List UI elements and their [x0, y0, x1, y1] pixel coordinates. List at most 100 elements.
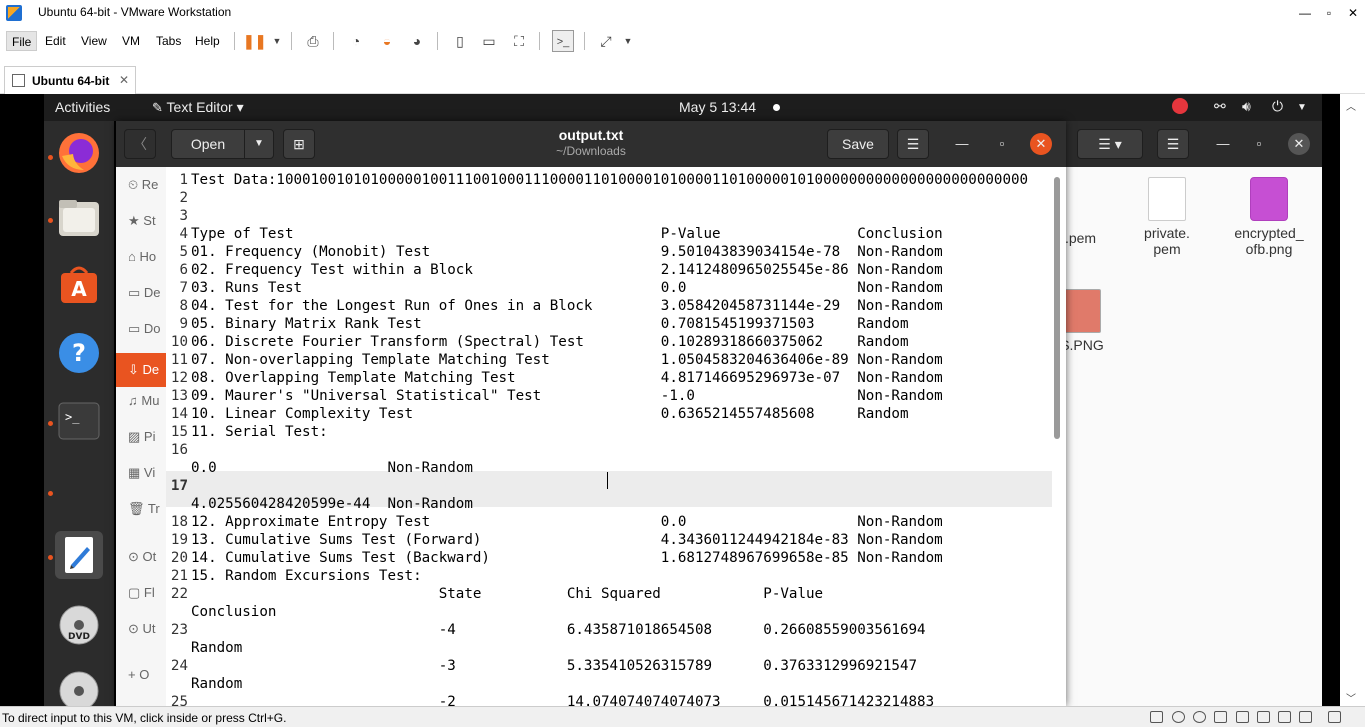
network-icon[interactable]: ⚯: [1214, 98, 1226, 115]
display-icon[interactable]: [1299, 711, 1312, 723]
vm-display[interactable]: Activities ✎ Text Editor ▾ May 5 13:44 ⚯…: [0, 94, 1340, 706]
line-number: 5: [179, 244, 188, 260]
chevron-down-icon[interactable]: ▼: [1297, 102, 1307, 113]
line-text: 15. Random Excursions Test:: [191, 568, 422, 584]
snapshot-icon[interactable]: ◔: [345, 30, 367, 52]
line-number: 22: [170, 586, 188, 602]
sidebar-item[interactable]: ▭ De: [128, 285, 161, 301]
sound-icon[interactable]: [1278, 711, 1291, 723]
line-number: 20: [170, 550, 188, 566]
close-icon[interactable]: ✕: [1288, 133, 1310, 155]
line-number: 17: [170, 478, 188, 494]
vm-icon: [12, 74, 25, 87]
text-editor-icon: ✎: [152, 100, 163, 115]
maximize-icon[interactable]: ▫: [1248, 133, 1270, 155]
send-ctrl-alt-del-icon[interactable]: ⎙: [302, 30, 324, 52]
toolbar-separator: [539, 32, 540, 50]
software-store-icon[interactable]: A: [55, 261, 103, 309]
view-list-button[interactable]: ☰ ▾: [1077, 129, 1143, 159]
sidebar-item[interactable]: ▭ Do: [128, 321, 161, 337]
files-icon[interactable]: [55, 194, 103, 242]
sidebar-item[interactable]: ★ St: [128, 213, 156, 229]
maximize-icon[interactable]: ▫: [991, 133, 1013, 155]
running-indicator: [48, 491, 53, 496]
text-editor-icon[interactable]: [55, 531, 103, 579]
sidebar-item[interactable]: + O: [128, 667, 149, 682]
fullscreen-icon[interactable]: ⛶: [508, 30, 530, 52]
sidebar-item[interactable]: ⊙ Ot: [128, 549, 156, 565]
usb-icon[interactable]: [1257, 711, 1270, 723]
sidebar-item-downloads[interactable]: ⇩ De: [116, 353, 166, 387]
console-view-icon[interactable]: >_: [552, 30, 574, 52]
help-icon[interactable]: ?: [55, 329, 103, 377]
line-number: [166, 639, 188, 657]
host-title-bar: Ubuntu 64-bit - VMware Workstation — ▫ ✕: [0, 0, 1365, 26]
tab-ubuntu[interactable]: Ubuntu 64-bit ✕: [4, 66, 136, 94]
cd-drive-icon[interactable]: [1193, 711, 1206, 723]
sidebar-toggle-icon[interactable]: ▯: [449, 30, 471, 52]
sidebar-item[interactable]: ⊙ Ut: [128, 621, 156, 637]
menu-file[interactable]: File: [6, 31, 38, 51]
menu-vm[interactable]: VM: [117, 31, 145, 51]
sidebar-item[interactable]: ▦ Vi: [128, 465, 155, 481]
chevron-down-icon[interactable]: ▼: [617, 30, 639, 52]
toolbar-separator: [291, 32, 292, 50]
save-button[interactable]: Save: [827, 129, 889, 159]
sidebar-item[interactable]: ⌂ Ho: [128, 249, 156, 264]
close-icon[interactable]: ✕: [119, 73, 129, 87]
tab-label: Ubuntu 64-bit: [32, 74, 110, 88]
close-icon[interactable]: ✕: [1030, 133, 1052, 155]
line-number: 23: [170, 622, 188, 638]
power-icon[interactable]: ⏻: [1272, 98, 1283, 115]
sidebar-item[interactable]: 🗑︎ Tr: [128, 501, 160, 517]
clock[interactable]: May 5 13:44: [679, 99, 756, 115]
running-indicator: [48, 555, 53, 560]
hard-disk-icon[interactable]: [1150, 711, 1163, 723]
terminal-icon[interactable]: >_: [55, 397, 103, 445]
activities-button[interactable]: Activities: [55, 99, 110, 115]
scroll-down-icon[interactable]: ﹀: [1344, 690, 1358, 705]
scroll-up-icon[interactable]: ︿: [1344, 98, 1358, 113]
dvd-icon[interactable]: DVD: [55, 601, 103, 649]
text-editor-area[interactable]: 1 Test Data:10001001010100000100111001000…: [166, 167, 1052, 706]
line-text: 4.025560428420599e-44 Non-Random: [191, 496, 473, 512]
close-icon[interactable]: ✕: [1338, 3, 1365, 23]
line-text: 09. Maurer's "Universal Statistical" Tes…: [191, 388, 943, 404]
minimize-icon[interactable]: —: [1212, 133, 1234, 155]
line-number: [166, 495, 188, 513]
menu-edit[interactable]: Edit: [40, 31, 71, 51]
chevron-down-icon[interactable]: ▼: [266, 30, 288, 52]
line-text: -4 6.435871018654508 0.26608559003561694: [191, 622, 926, 638]
dvd-icon[interactable]: [55, 667, 103, 706]
firefox-icon[interactable]: [55, 129, 103, 177]
menu-button[interactable]: ☰: [1157, 129, 1189, 159]
pause-icon[interactable]: ❚❚: [243, 30, 266, 52]
message-icon[interactable]: [1328, 711, 1341, 723]
sidebar-item[interactable]: ⏲ Re: [128, 177, 158, 193]
vertical-scrollbar[interactable]: [1054, 177, 1060, 439]
volume-icon[interactable]: 🔊︎: [1242, 98, 1251, 115]
cd-drive-icon[interactable]: [1172, 711, 1185, 723]
menu-help[interactable]: Help: [190, 31, 225, 51]
file-item[interactable]: encrypted_ ofb.png: [1224, 177, 1314, 257]
network-adapter-icon[interactable]: [1236, 711, 1249, 723]
floppy-icon[interactable]: [1214, 711, 1227, 723]
sidebar-item[interactable]: ♫ Mu: [128, 393, 159, 408]
thumbnail-bar-icon[interactable]: ▭: [478, 30, 500, 52]
sidebar-item[interactable]: ▢ Fl: [128, 585, 155, 601]
line-text: 02. Frequency Test within a Block 2.1412…: [191, 262, 943, 278]
file-item[interactable]: private. pem: [1122, 177, 1212, 257]
menu-view[interactable]: View: [76, 31, 112, 51]
host-right-strip: ︿ ﹀: [1340, 94, 1365, 706]
no-entry-icon[interactable]: [1172, 98, 1188, 117]
snapshot-manager-icon[interactable]: ◕: [406, 30, 428, 52]
revert-snapshot-icon[interactable]: ◒: [376, 30, 398, 52]
minimize-icon[interactable]: —: [951, 133, 973, 155]
menu-tabs[interactable]: Tabs: [151, 31, 186, 51]
menu-separator: [234, 32, 235, 50]
app-menu[interactable]: ✎ Text Editor ▾: [152, 99, 244, 116]
stretch-guest-icon[interactable]: ⤢: [595, 30, 617, 52]
svg-text:?: ?: [72, 339, 86, 367]
sidebar-item[interactable]: ▨ Pi: [128, 429, 155, 445]
hamburger-menu-button[interactable]: ☰: [897, 129, 929, 159]
